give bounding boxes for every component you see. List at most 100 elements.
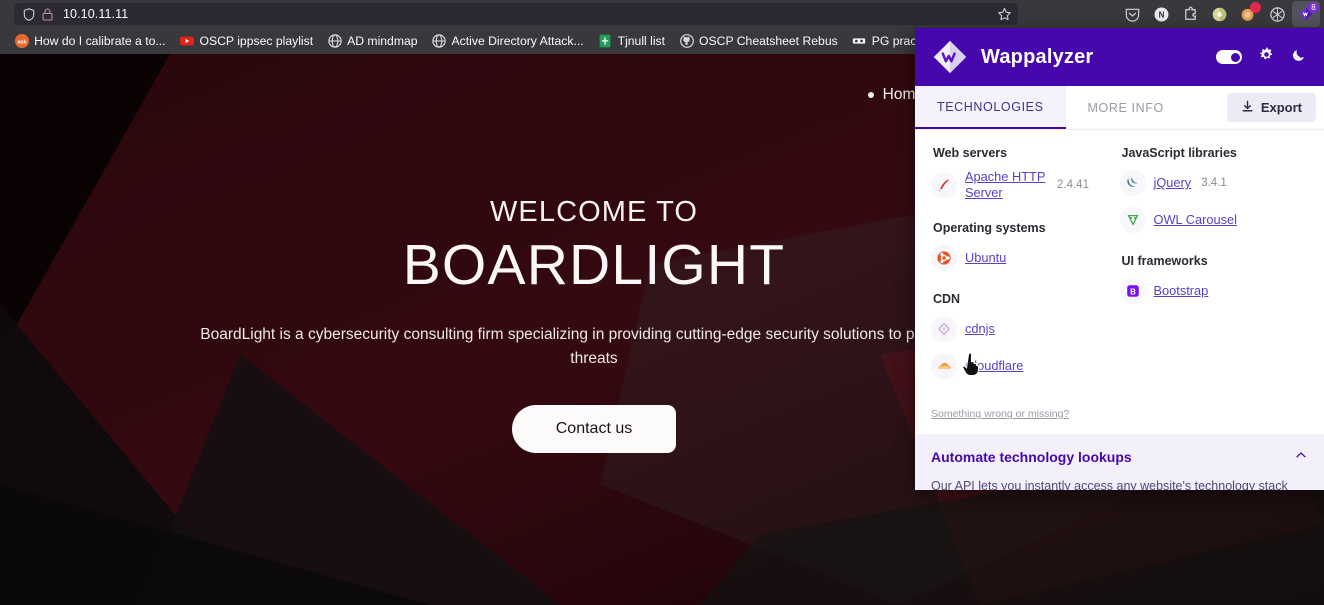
header-actions [1216,46,1308,68]
cloudflare-icon [931,352,957,379]
ask-icon: ask [14,34,29,49]
export-label: Export [1260,100,1302,115]
extensions-puzzle-icon[interactable] [1176,1,1204,27]
svg-text:ask: ask [17,40,26,46]
bookmark-label: AD mindmap [347,34,418,48]
extension-toolbar: N 8 [1118,0,1320,28]
tab-more-info[interactable]: MORE INFO [1066,86,1186,129]
globe-icon [327,34,342,49]
shield-icon[interactable] [20,5,38,23]
moon-icon[interactable] [1291,46,1308,68]
technologies-column-left: Web servers Apache HTTP Server 2.4.41 Op… [931,146,1120,400]
chevron-up-icon[interactable] [1294,448,1308,465]
technologies-column-right: JavaScript libraries jQuery 3.4.1 OWL Ca… [1119,146,1309,400]
hero-subtitle: BoardLight is a cybersecurity consulting… [200,325,988,367]
promo-automate-lookups[interactable]: Automate technology lookups Our API lets… [915,434,1324,490]
tech-version: 3.4.1 [1201,177,1227,189]
report-issue-link[interactable]: Something wrong or missing? [931,408,1324,420]
tech-row[interactable]: Ubuntu [931,244,1120,272]
download-icon [1241,100,1254,116]
bookmark-label: OSCP ippsec playlist [199,34,314,48]
export-button[interactable]: Export [1226,93,1316,122]
category-title: Operating systems [933,220,1046,235]
tech-name[interactable]: Ubuntu [965,250,1006,266]
ubuntu-icon [931,244,957,271]
tech-name[interactable]: jQuery [1154,175,1192,191]
toggle-switch[interactable] [1216,50,1242,64]
youtube-icon [180,34,195,49]
bookmark-item-2[interactable]: AD mindmap [320,30,424,52]
wappalyzer-body: Web servers Apache HTTP Server 2.4.41 Op… [915,130,1324,490]
tech-row[interactable]: jQuery 3.4.1 [1119,169,1309,197]
star-icon[interactable] [995,5,1014,24]
hero-kicker: WELCOME TO [489,196,699,229]
tech-name[interactable]: Apache HTTP Server [965,169,1047,201]
bookmark-label: Tjnull list [617,34,666,48]
tech-name[interactable]: OWL Carousel [1154,212,1237,228]
sheets-icon [598,34,613,49]
tech-row[interactable]: B Bootstrap [1119,277,1309,305]
bookmark-label: Active Directory Attack... [451,34,584,48]
wappalyzer-brand: Wappalyzer [981,45,1094,68]
category-ui-frameworks: UI frameworks B Bootstrap [1119,254,1309,305]
bookmark-label: OSCP Cheatsheet Rebus [699,34,838,48]
jquery-icon [1119,170,1146,196]
blocked-count-badge [1250,2,1261,13]
globe-icon [432,34,447,49]
bookmark-item-4[interactable]: Tjnull list [591,30,672,52]
bookmark-item-5[interactable]: OSCP Cheatsheet Rebus [672,30,845,52]
tech-name[interactable]: Cloudflare [965,358,1023,374]
tech-row[interactable]: cdnjs [931,315,1120,343]
browser-window: Home WELCOME TO BOARDLIGHT BoardLight is… [0,0,1324,605]
contact-us-button[interactable]: Contact us [511,404,677,453]
category-operating-systems: Operating systems Ubuntu [931,221,1120,272]
wappalyzer-icon[interactable]: 8 [1292,1,1320,27]
bookmark-item-partial[interactable]: c [0,30,7,52]
svg-text:B: B [1130,287,1136,296]
wappalyzer-panel: Wappalyzer TECHNOLOGIES MORE INFO Export… [915,28,1324,490]
technologies-columns: Web servers Apache HTTP Server 2.4.41 Op… [915,146,1324,400]
address-bar[interactable]: 10.10.11.11 [14,3,1018,25]
bookmark-label: How do I calibrate a to... [34,34,166,48]
category-cdn: CDN cdnjs Cloudflare [931,292,1120,380]
bootstrap-icon: B [1119,278,1146,304]
category-title: JavaScript libraries [1121,146,1237,160]
category-title: CDN [933,291,961,306]
bookmark-item-3[interactable]: Active Directory Attack... [425,30,591,52]
cdnjs-icon [931,315,957,342]
gear-icon[interactable] [1258,46,1275,68]
promo-title-row: Automate technology lookups [931,448,1308,465]
wappalyzer-logo-icon [931,38,969,76]
bookmark-item-0[interactable]: ask How do I calibrate a to... [7,30,172,52]
browser-toolbar: 10.10.11.11 N 8 [0,0,1324,28]
apache-feather-icon [931,171,957,198]
promo-text: Our API lets you instantly access any we… [931,479,1288,490]
notion-icon[interactable]: N [1147,1,1175,27]
tab-technologies[interactable]: TECHNOLOGIES [915,86,1066,129]
colorzilla-icon[interactable] [1205,1,1233,27]
ublock-origin-icon[interactable] [1234,1,1262,27]
category-web-servers: Web servers Apache HTTP Server 2.4.41 [931,146,1120,201]
tech-row[interactable]: Cloudflare [931,352,1120,380]
tech-version: 2.4.41 [1057,178,1089,191]
tech-row[interactable]: Apache HTTP Server 2.4.41 [931,169,1120,201]
wappalyzer-header: Wappalyzer [915,28,1324,86]
github-icon [679,34,694,49]
url-text: 10.10.11.11 [63,7,129,21]
bookmark-item-1[interactable]: OSCP ippsec playlist [173,30,321,52]
tech-row[interactable]: OWL Carousel [1119,206,1309,234]
owl-carousel-icon [1119,207,1146,233]
lock-icon[interactable] [38,5,56,23]
tech-name[interactable]: Bootstrap [1154,283,1209,299]
foxyproxy-icon[interactable] [1263,1,1291,27]
domain-icon [852,34,867,49]
wappalyzer-count-badge: 8 [1308,2,1319,13]
pocket-icon[interactable] [1118,1,1146,27]
tech-name[interactable]: cdnjs [965,321,995,337]
promo-title: Automate technology lookups [931,448,1132,465]
category-javascript-libraries: JavaScript libraries jQuery 3.4.1 OWL Ca… [1119,146,1309,234]
category-title: UI frameworks [1121,254,1208,268]
page-title: BOARDLIGHT [402,233,786,298]
wappalyzer-tabs: TECHNOLOGIES MORE INFO Export [915,86,1324,130]
svg-text:N: N [1158,10,1164,19]
